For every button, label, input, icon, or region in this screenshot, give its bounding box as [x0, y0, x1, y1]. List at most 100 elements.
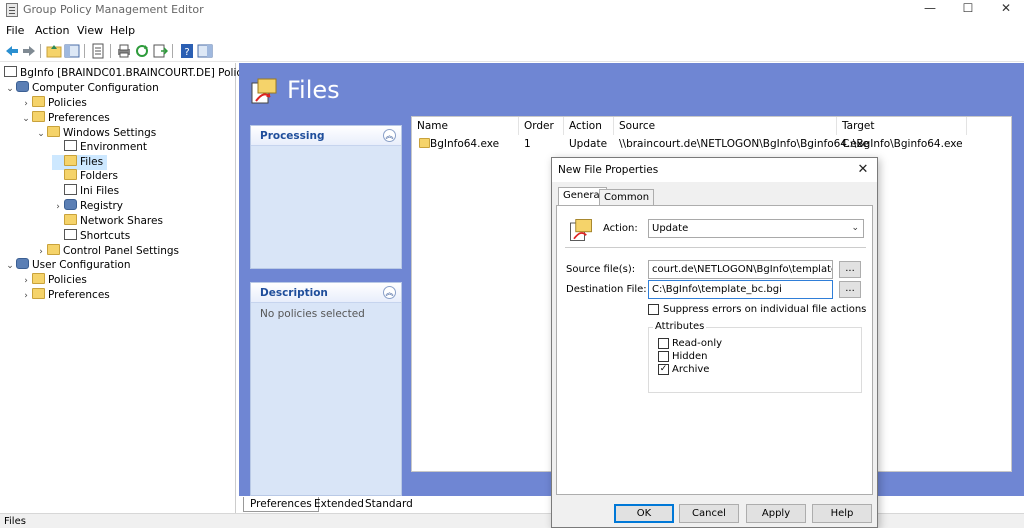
new-file-properties-dialog: New File Properties ✕ General Common Act…	[551, 157, 878, 528]
tree-environment[interactable]: Environment	[52, 140, 147, 155]
refresh-icon[interactable]	[134, 43, 150, 59]
minimize-button[interactable]: —	[912, 0, 948, 18]
collapse-chevron-icon[interactable]: ⌄	[4, 259, 16, 274]
tree-registry[interactable]: › Registry	[52, 199, 123, 214]
file-icon	[419, 138, 430, 148]
expand-chevron-icon[interactable]: ›	[52, 200, 64, 215]
column-header-source[interactable]: Source	[614, 117, 837, 135]
ini-file-icon	[64, 184, 77, 195]
toolbar-separator	[40, 44, 41, 58]
show-action-pane-icon[interactable]	[197, 43, 213, 59]
column-header-name[interactable]: Name	[412, 117, 519, 135]
destination-file-label: Destination File:	[566, 284, 647, 295]
show-hide-tree-icon[interactable]	[64, 43, 80, 59]
properties-icon[interactable]	[90, 43, 106, 59]
print-icon[interactable]	[116, 43, 132, 59]
dialog-title-bar[interactable]: New File Properties ✕	[552, 158, 877, 182]
column-header-target[interactable]: Target	[837, 117, 967, 135]
back-icon[interactable]	[4, 43, 20, 59]
export-list-icon[interactable]	[152, 43, 168, 59]
tree-user-preferences[interactable]: › Preferences	[20, 288, 110, 303]
tree-policies[interactable]: › Policies	[20, 96, 87, 111]
action-label: Action:	[603, 223, 638, 234]
column-header-order[interactable]: Order	[519, 117, 564, 135]
tree-ini-files[interactable]: Ini Files	[52, 184, 119, 199]
menu-view[interactable]: View	[77, 24, 103, 37]
tree-folders[interactable]: Folders	[52, 169, 118, 184]
computer-icon	[16, 81, 29, 92]
source-file-label: Source file(s):	[566, 264, 636, 275]
checkmark-icon: ✓	[659, 364, 668, 374]
hidden-checkbox[interactable]	[658, 351, 669, 362]
collapse-chevron-icon[interactable]: ⌄	[35, 127, 47, 142]
folder-icon	[32, 273, 45, 284]
processing-header[interactable]: Processing ︽	[251, 126, 401, 146]
source-file-input[interactable]: court.de\NETLOGON\BgInfo\template_bc.bgi	[648, 260, 833, 279]
suppress-errors-label: Suppress errors on individual file actio…	[663, 304, 867, 315]
tab-standard[interactable]: Standard	[359, 497, 419, 512]
hidden-label: Hidden	[672, 351, 708, 362]
suppress-errors-checkbox[interactable]	[648, 304, 659, 315]
browse-source-button[interactable]: ...	[839, 261, 861, 278]
archive-checkbox[interactable]: ✓	[658, 364, 669, 375]
chevron-down-icon: ⌄	[851, 223, 859, 233]
ok-button[interactable]: OK	[614, 504, 674, 523]
app-icon	[6, 3, 18, 17]
tree-control-panel-settings[interactable]: › Control Panel Settings	[35, 244, 179, 259]
help-button[interactable]: Help	[812, 504, 872, 523]
archive-label: Archive	[672, 364, 710, 375]
collapse-chevron-icon[interactable]: ⌄	[20, 112, 32, 127]
description-header[interactable]: Description ︽	[251, 283, 401, 303]
help-icon[interactable]: ?	[179, 43, 195, 59]
destination-file-input[interactable]: C:\BgInfo\template_bc.bgi	[648, 280, 833, 299]
tree-files[interactable]: Files	[52, 155, 108, 170]
column-header-action[interactable]: Action	[564, 117, 614, 135]
user-icon	[16, 258, 29, 269]
description-panel: Description ︽ No policies selected	[250, 282, 402, 496]
dialog-title: New File Properties	[558, 164, 659, 176]
status-text: Files	[4, 516, 26, 527]
folder-icon	[47, 126, 60, 137]
tree-shortcuts[interactable]: Shortcuts	[52, 229, 130, 244]
tree-network-shares[interactable]: Network Shares	[52, 214, 163, 229]
collapse-chevron-icon[interactable]: ⌄	[4, 82, 16, 97]
tree-root[interactable]: BgInfo [BRAINDC01.BRAINCOURT.DE] Policy	[4, 66, 248, 81]
browse-destination-button[interactable]: ...	[839, 281, 861, 298]
divider	[565, 247, 866, 248]
expand-chevron-icon[interactable]: ›	[20, 289, 32, 304]
console-tree: BgInfo [BRAINDC01.BRAINCOURT.DE] Policy …	[0, 63, 248, 513]
up-folder-icon[interactable]	[46, 43, 62, 59]
menu-action[interactable]: Action	[35, 24, 69, 37]
shortcut-icon	[64, 229, 77, 240]
tree-computer-configuration[interactable]: ⌄ Computer Configuration	[4, 81, 159, 96]
tree-user-policies[interactable]: › Policies	[20, 273, 87, 288]
registry-icon	[64, 199, 77, 210]
expand-chevron-icon[interactable]: ›	[20, 97, 32, 112]
apply-button[interactable]: Apply	[746, 504, 806, 523]
folders-icon	[64, 169, 77, 180]
tree-windows-settings[interactable]: ⌄ Windows Settings	[35, 126, 156, 141]
readonly-label: Read-only	[672, 338, 723, 349]
folder-icon	[47, 244, 60, 255]
tree-preferences[interactable]: ⌄ Preferences	[20, 111, 110, 126]
collapse-chevron-icon[interactable]: ︽	[383, 129, 396, 142]
close-window-button[interactable]: ✕	[988, 0, 1024, 18]
forward-icon[interactable]	[21, 43, 37, 59]
maximize-button[interactable]: ☐	[950, 0, 986, 18]
menu-bar: File Action View Help	[0, 22, 1024, 40]
collapse-chevron-icon[interactable]: ︽	[383, 286, 396, 299]
readonly-checkbox[interactable]	[658, 338, 669, 349]
cancel-button[interactable]: Cancel	[679, 504, 739, 523]
description-text: No policies selected	[260, 308, 365, 320]
menu-file[interactable]: File	[6, 24, 24, 37]
menu-help[interactable]: Help	[110, 24, 135, 37]
description-title: Description	[260, 287, 328, 299]
action-select[interactable]: Update ⌄	[648, 219, 864, 238]
folder-icon	[32, 111, 45, 122]
toolbar-separator	[84, 44, 85, 58]
file-action-icon	[570, 219, 592, 241]
tab-common[interactable]: Common	[599, 189, 655, 205]
close-icon[interactable]: ✕	[852, 160, 874, 180]
expand-chevron-icon[interactable]: ›	[20, 274, 32, 289]
tree-user-configuration[interactable]: ⌄ User Configuration	[4, 258, 130, 273]
